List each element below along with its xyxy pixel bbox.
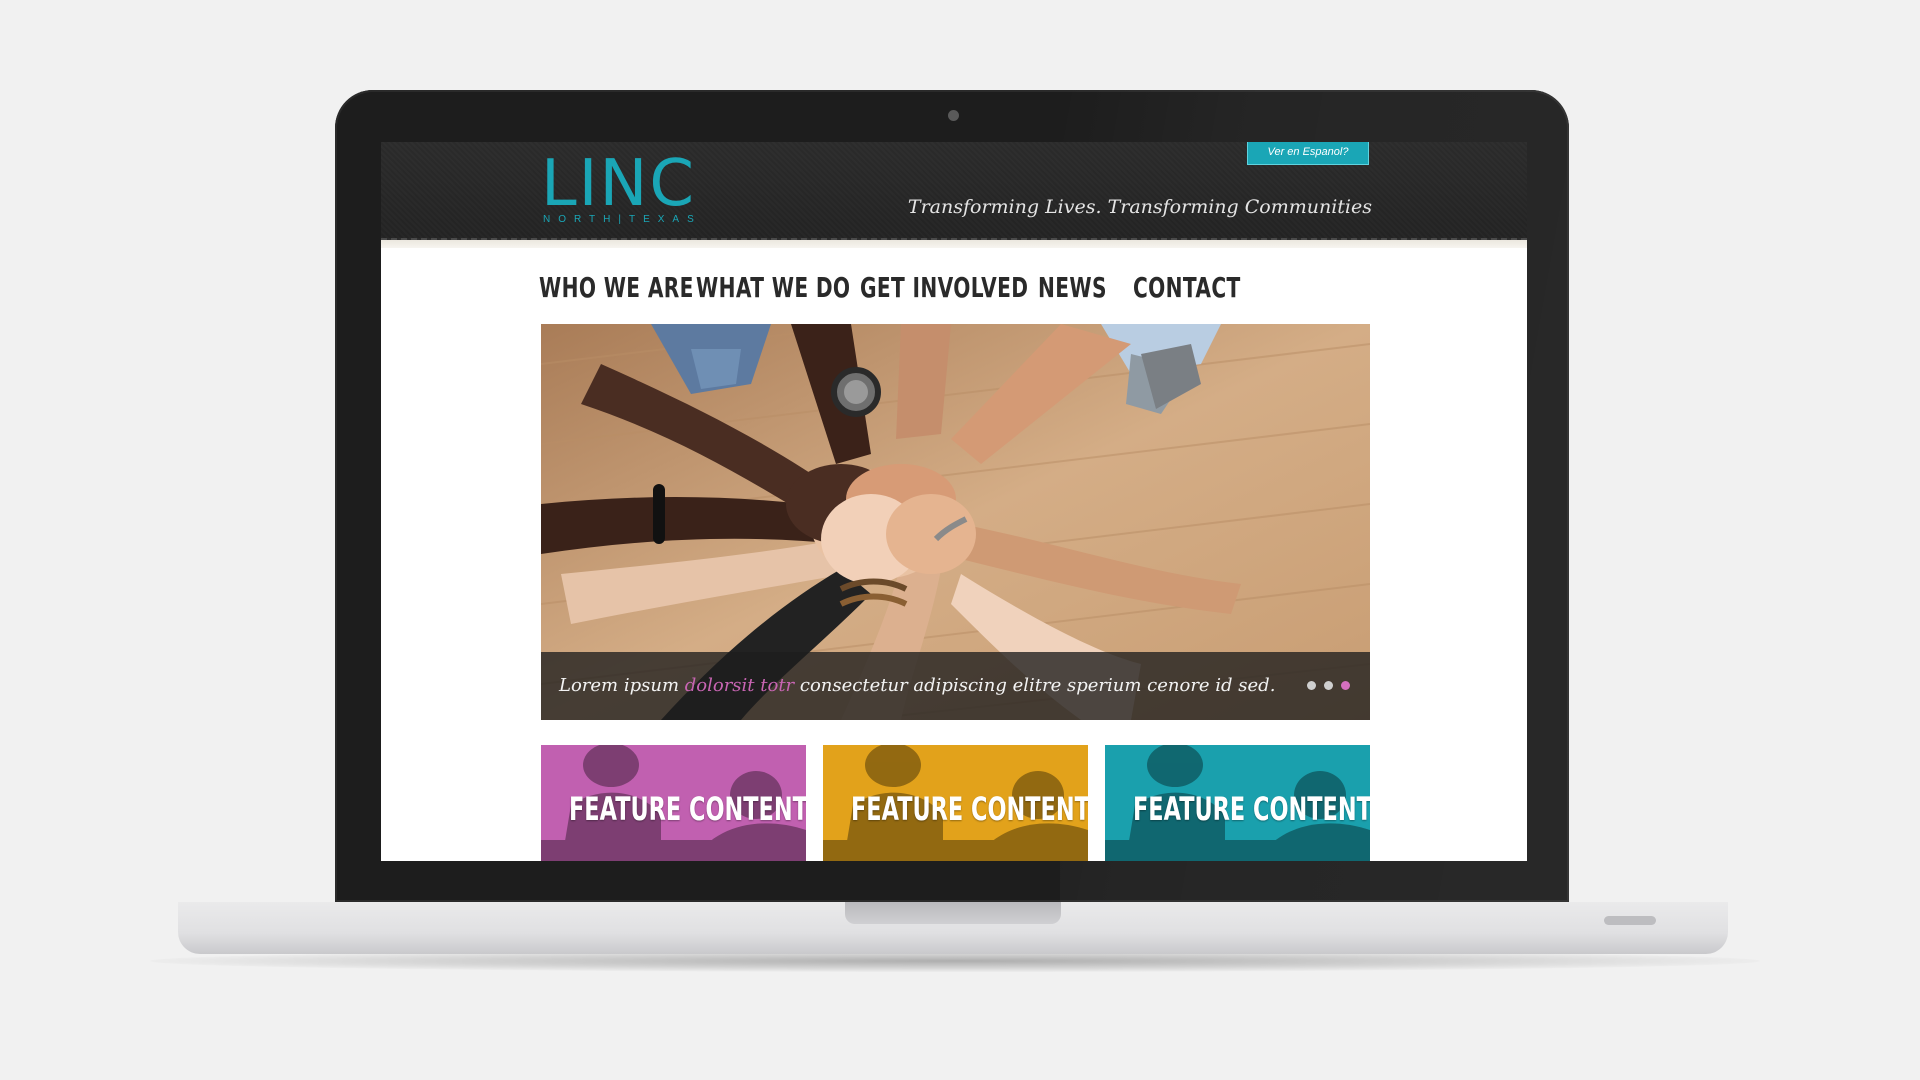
logo-wordmark: LINC	[541, 147, 697, 221]
site-tagline: Transforming Lives. Transforming Communi…	[907, 196, 1372, 218]
hero-caption-bar: Lorem ipsum dolorsit totr consectetur ad…	[541, 652, 1370, 720]
slide-dot-2[interactable]	[1324, 681, 1333, 690]
feature-tile-1[interactable]: FEATURE CONTENT	[541, 745, 806, 861]
slider-pagination	[1307, 681, 1350, 691]
webcam-icon	[948, 110, 959, 121]
nav-item-contact[interactable]: CONTACT	[1133, 268, 1241, 308]
hero-slider[interactable]: Lorem ipsum dolorsit totr consectetur ad…	[541, 324, 1370, 720]
mockup-stage: LINC NORTH|TEXAS Ver en Espanol? Transfo…	[0, 0, 1920, 1080]
site-header: LINC NORTH|TEXAS Ver en Espanol? Transfo…	[381, 142, 1527, 240]
nav-item-who-we-are[interactable]: WHO WE ARE	[539, 268, 694, 308]
slide-dot-3[interactable]	[1341, 681, 1350, 690]
laptop-screen: LINC NORTH|TEXAS Ver en Espanol? Transfo…	[381, 142, 1527, 861]
feature-tile-label: FEATURE CONTENT	[1133, 790, 1370, 828]
feature-tile-label: FEATURE CONTENT	[851, 790, 1088, 828]
header-divider	[381, 240, 1527, 248]
site-logo[interactable]: LINC NORTH|TEXAS	[541, 147, 741, 225]
nav-item-news[interactable]: NEWS	[1038, 268, 1107, 308]
nav-item-get-involved[interactable]: GET INVOLVED	[860, 268, 1028, 308]
caption-part-1: Lorem ipsum	[559, 675, 685, 696]
spanish-language-button[interactable]: Ver en Espanol?	[1247, 142, 1369, 165]
main-nav: WHO WE ARE WHAT WE DO GET INVOLVED NEWS …	[381, 268, 1527, 308]
hero-caption: Lorem ipsum dolorsit totr consectetur ad…	[559, 652, 1275, 720]
slide-dot-1[interactable]	[1307, 681, 1316, 690]
feature-tile-2[interactable]: FEATURE CONTENT	[823, 745, 1088, 861]
logo-subtext: NORTH|TEXAS	[543, 214, 702, 225]
laptop-indicator-light	[1604, 916, 1656, 925]
caption-highlight[interactable]: dolorsit totr	[685, 675, 794, 696]
feature-tile-label: FEATURE CONTENT	[569, 790, 806, 828]
feature-tile-3[interactable]: FEATURE CONTENT	[1105, 745, 1370, 861]
nav-item-what-we-do[interactable]: WHAT WE DO	[696, 268, 850, 308]
laptop-opening-notch	[845, 902, 1061, 924]
caption-part-2: consectetur adipiscing elitre sperium ce…	[794, 675, 1276, 696]
